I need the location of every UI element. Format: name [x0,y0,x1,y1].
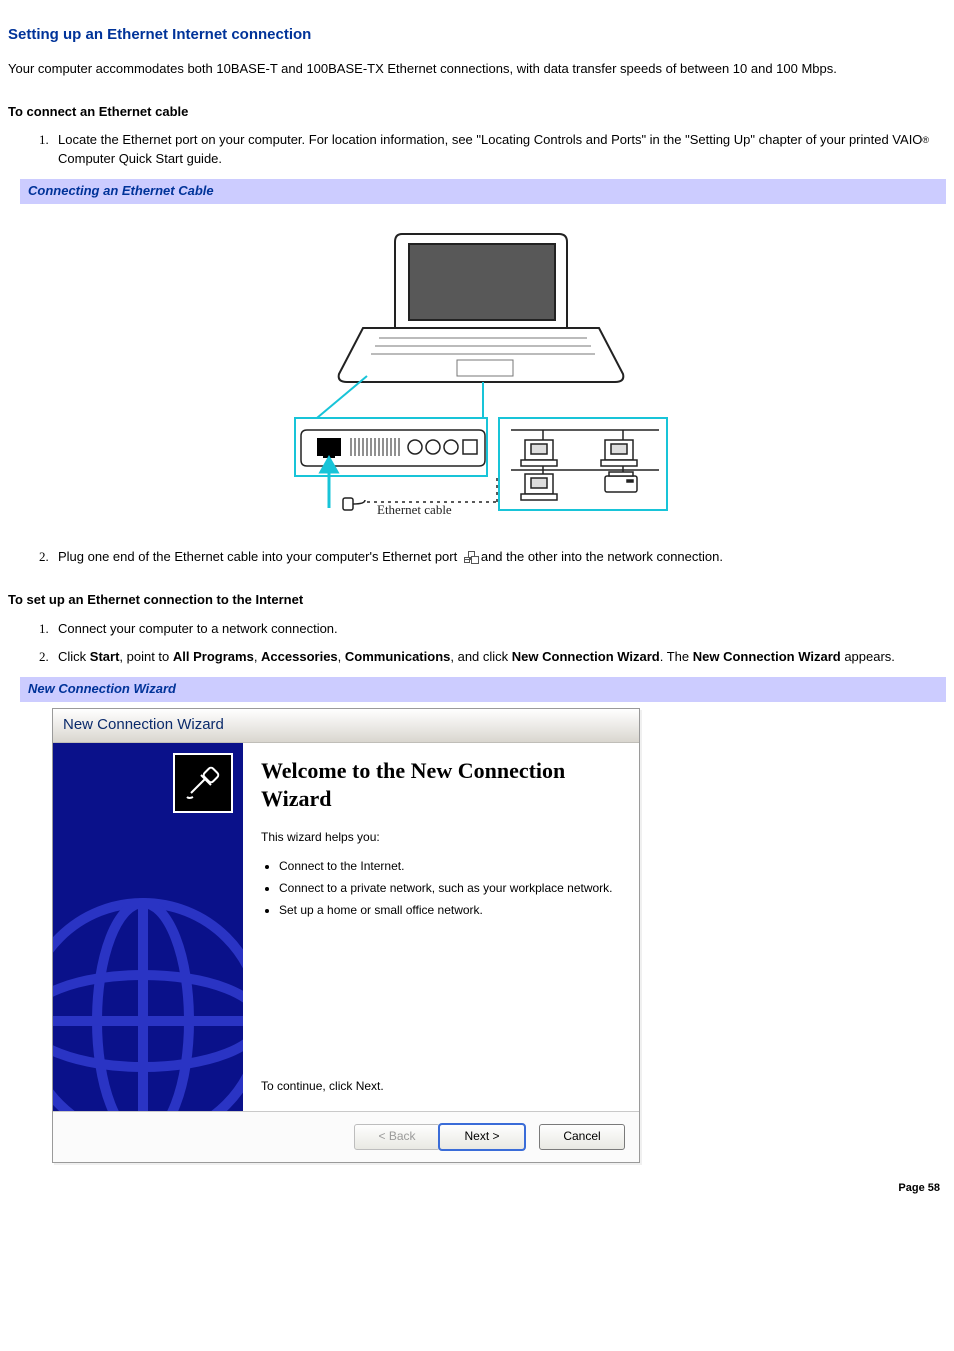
wizard-bullet: Set up a home or small office network. [279,903,621,919]
figure-caption-banner: New Connection Wizard [20,677,946,702]
intro-paragraph: Your computer accommodates both 10BASE-T… [8,60,946,79]
wizard-button-bar: < Back Next > Cancel [53,1111,639,1162]
next-button[interactable]: Next > [439,1124,525,1150]
registered-mark: ® [922,135,929,145]
page-title: Setting up an Ethernet Internet connecti… [8,24,946,46]
wizard-continue-text: To continue, click Next. [261,1039,621,1101]
wizard-heading: Welcome to the New Connection Wizard [261,757,621,814]
step-text: Plug one end of the Ethernet cable into … [58,549,461,564]
section-heading-setup-internet: To set up an Ethernet connection to the … [8,591,946,610]
figure-label: Ethernet cable [377,502,452,516]
wizard-badge-icon [173,753,233,813]
section-heading-connect-cable: To connect an Ethernet cable [8,103,946,122]
wizard-bullet: Connect to a private network, such as yo… [279,881,621,897]
ethernet-cable-illustration: Ethernet cable [8,218,946,522]
step-text: and the other into the network connectio… [481,549,723,564]
new-connection-wizard-window: New Connection Wizard [52,708,640,1163]
step-plug-cable: Plug one end of the Ethernet cable into … [52,548,946,567]
step-open-wizard: Click Start, point to All Programs, Acce… [52,648,946,667]
step-locate-port: Locate the Ethernet port on your compute… [52,131,946,169]
wizard-bullet: Connect to the Internet. [279,859,621,875]
ethernet-port-icon [464,551,478,563]
wizard-sidebar [53,743,243,1111]
step-text: Locate the Ethernet port on your compute… [58,132,922,147]
window-title-bar: New Connection Wizard [53,709,639,743]
page-number: Page 58 [8,1181,940,1197]
back-button: < Back [354,1124,440,1150]
step-connect-network: Connect your computer to a network conne… [52,620,946,639]
step-text: Computer Quick Start guide. [58,151,222,166]
cancel-button[interactable]: Cancel [539,1124,625,1150]
wizard-lead-text: This wizard helps you: [261,830,621,846]
globe-icon [53,891,243,1111]
figure-caption-banner: Connecting an Ethernet Cable [20,179,946,204]
